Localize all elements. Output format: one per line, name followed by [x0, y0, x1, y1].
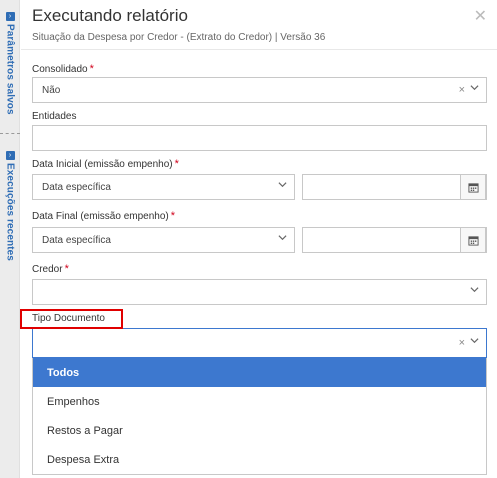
- data-final-date-input[interactable]: [302, 227, 487, 253]
- expand-icon: ›: [5, 12, 15, 21]
- credor-select[interactable]: [32, 279, 487, 305]
- calendar-icon[interactable]: [460, 227, 486, 253]
- annotation-highlight-box: [20, 309, 123, 329]
- clear-icon[interactable]: ×: [459, 337, 465, 349]
- required-marker: *: [64, 263, 69, 275]
- recent-runs-label: Execuções recentes: [4, 163, 16, 261]
- chevron-down-icon[interactable]: [278, 180, 287, 192]
- entidades-input[interactable]: [32, 125, 487, 151]
- data-inicial-date-input[interactable]: [302, 174, 487, 200]
- consolidado-label: Consolidado *: [32, 63, 94, 75]
- data-final-label: Data Final (emissão empenho) *: [32, 210, 175, 222]
- calendar-icon[interactable]: [460, 174, 486, 200]
- tipo-documento-select[interactable]: ×: [32, 328, 487, 358]
- chevron-down-icon[interactable]: [470, 83, 479, 95]
- sidebar-divider: [0, 133, 20, 134]
- required-marker: *: [174, 158, 179, 170]
- saved-params-label: Parâmetros salvos: [4, 24, 16, 115]
- page-title: Executando relatório: [32, 6, 188, 25]
- option-todos[interactable]: Todos: [33, 358, 486, 387]
- option-empenhos[interactable]: Empenhos: [33, 387, 486, 416]
- data-inicial-mode-select[interactable]: Data específica: [32, 174, 295, 200]
- credor-label: Credor *: [32, 263, 69, 275]
- close-button[interactable]: ✕: [474, 6, 487, 26]
- tipo-documento-options: Todos Empenhos Restos a Pagar Despesa Ex…: [32, 358, 487, 475]
- expand-icon: ›: [5, 151, 15, 160]
- report-subtitle: Situação da Despesa por Credor - (Extrat…: [32, 32, 326, 43]
- option-restos-a-pagar[interactable]: Restos a Pagar: [33, 416, 486, 445]
- report-run-panel: Executando relatório Situação da Despesa…: [21, 0, 497, 478]
- consolidado-select[interactable]: Não ×: [32, 77, 487, 103]
- required-marker: *: [89, 63, 94, 75]
- header-divider: [21, 49, 497, 50]
- required-marker: *: [170, 210, 176, 222]
- data-final-mode-value: Data específica: [42, 234, 111, 246]
- entidades-label: Entidades: [32, 111, 77, 122]
- recent-runs-tab[interactable]: › Execuções recentes: [0, 151, 20, 261]
- side-panel: › Parâmetros salvos › Execuções recentes: [0, 0, 20, 478]
- consolidado-label-text: Consolidado: [32, 64, 88, 75]
- data-inicial-label-text: Data Inicial (emissão empenho): [32, 159, 173, 170]
- chevron-down-icon[interactable]: [470, 285, 479, 297]
- option-despesa-extra[interactable]: Despesa Extra: [33, 445, 486, 474]
- saved-params-tab[interactable]: › Parâmetros salvos: [0, 12, 20, 115]
- clear-icon[interactable]: ×: [459, 84, 465, 96]
- chevron-down-icon[interactable]: [278, 233, 287, 245]
- chevron-down-icon[interactable]: [470, 336, 479, 348]
- credor-label-text: Credor: [32, 264, 63, 275]
- data-final-mode-select[interactable]: Data específica: [32, 227, 295, 253]
- data-inicial-label: Data Inicial (emissão empenho) *: [32, 158, 179, 170]
- data-inicial-mode-value: Data específica: [42, 181, 111, 193]
- consolidado-value: Não: [42, 84, 61, 96]
- data-final-label-text: Data Final (emissão empenho): [32, 211, 169, 222]
- panel-header: Executando relatório Situação da Despesa…: [32, 6, 497, 43]
